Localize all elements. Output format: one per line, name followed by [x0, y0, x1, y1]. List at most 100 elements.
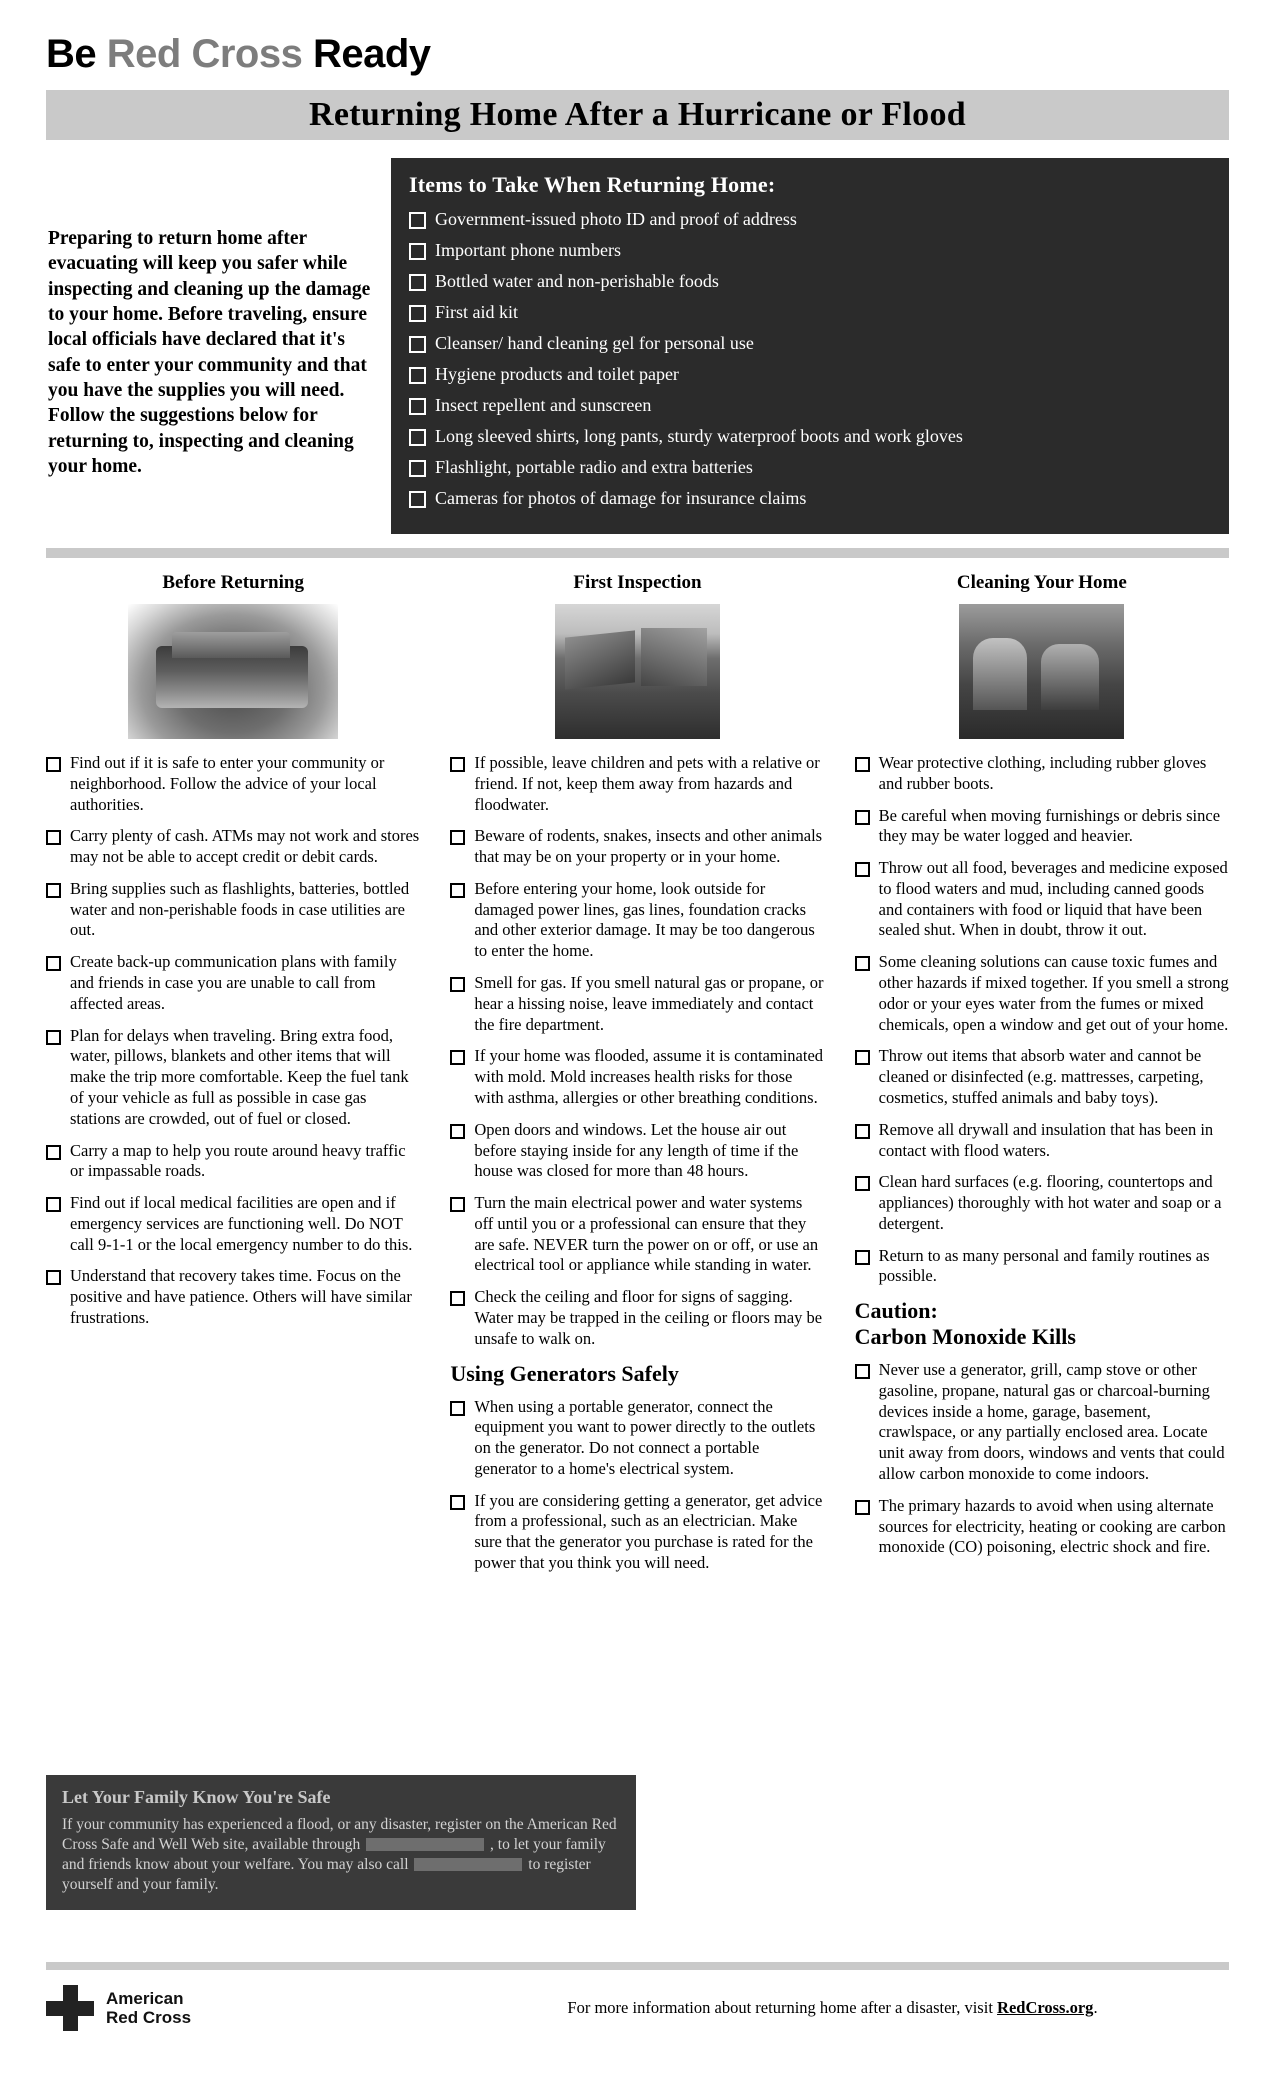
checkbox-icon[interactable] — [854, 956, 870, 972]
list-item: Turn the main electrical power and water… — [450, 1193, 824, 1276]
list-item-label: Beware of rodents, snakes, insects and o… — [474, 826, 823, 867]
list-item-label: Insect repellent and sunscreen — [435, 395, 652, 415]
footer-note: For more information about returning hom… — [376, 1998, 1229, 2018]
list-item-label: Plan for delays when traveling. Bring ex… — [70, 1025, 409, 1128]
checkbox-icon[interactable] — [854, 809, 870, 825]
checkbox-icon[interactable] — [854, 1123, 870, 1139]
checkbox-icon[interactable] — [854, 757, 870, 772]
list-item-label: First aid kit — [435, 302, 519, 322]
list-item: Beware of rodents, snakes, insects and o… — [450, 826, 824, 868]
safe-box-text: If your community has experienced a floo… — [62, 1815, 620, 1896]
list-item-label: Government-issued photo ID and proof of … — [435, 209, 797, 229]
checkbox-icon[interactable] — [450, 830, 466, 846]
list-item: Never use a generator, grill, camp stove… — [854, 1360, 1229, 1485]
safe-box-heading: Let Your Family Know You're Safe — [62, 1787, 331, 1807]
redcross-org-link[interactable]: RedCross.org — [997, 1998, 1093, 2017]
list-item-label: Cameras for photos of damage for insuran… — [435, 488, 807, 508]
list-item: Cleanser/ hand cleaning gel for personal… — [409, 332, 1211, 355]
checkbox-icon[interactable] — [409, 460, 426, 477]
checkbox-icon[interactable] — [854, 1176, 870, 1192]
brand-prefix: Be — [46, 32, 97, 76]
list-item-label: Before entering your home, look outside … — [474, 878, 815, 961]
list-item: Find out if it is safe to enter your com… — [46, 753, 420, 815]
fact-sheet-page: Be Red Cross Ready Returning Home After … — [0, 0, 1275, 2100]
checkbox-icon[interactable] — [450, 1123, 466, 1139]
checkbox-icon[interactable] — [409, 274, 426, 291]
checkbox-icon[interactable] — [450, 1050, 466, 1066]
logo-line-1: American — [106, 1988, 184, 2008]
checkbox-icon[interactable] — [46, 757, 61, 772]
list-item: Bottled water and non-perishable foods — [409, 270, 1211, 293]
list-item: Insect repellent and sunscreen — [409, 394, 1211, 417]
checkbox-icon[interactable] — [854, 1499, 870, 1515]
list-item-label: Wear protective clothing, including rubb… — [878, 753, 1207, 793]
checkbox-icon[interactable] — [46, 1144, 61, 1160]
checkbox-icon[interactable] — [450, 757, 466, 772]
redacted-phone — [414, 1858, 523, 1872]
cleaning-list: Wear protective clothing, including rubb… — [854, 753, 1229, 1287]
list-item: If you are considering getting a generat… — [450, 1491, 824, 1574]
checkbox-icon[interactable] — [409, 336, 426, 353]
list-item-label: Understand that recovery takes time. Foc… — [70, 1266, 412, 1327]
checkbox-icon[interactable] — [409, 243, 426, 260]
column-first-inspection: First Inspection If possible, leave chil… — [450, 572, 824, 1585]
list-item-label: Throw out all food, beverages and medici… — [878, 858, 1228, 940]
generators-heading: Using Generators Safely — [450, 1360, 679, 1386]
top-section: Preparing to return home after evacuatin… — [46, 158, 1229, 534]
list-item: Plan for delays when traveling. Bring ex… — [46, 1026, 420, 1130]
checkbox-icon[interactable] — [854, 1364, 870, 1380]
checkbox-icon[interactable] — [409, 491, 426, 508]
footer-divider — [46, 1962, 1229, 1970]
checkbox-icon[interactable] — [46, 1197, 61, 1213]
checkbox-icon[interactable] — [409, 305, 426, 322]
list-item-label: Open doors and windows. Let the house ai… — [474, 1119, 799, 1181]
list-item: Be careful when moving furnishings or de… — [854, 805, 1229, 848]
list-item-label: If you are considering getting a generat… — [474, 1490, 823, 1572]
list-item: When using a portable generator, connect… — [450, 1397, 824, 1480]
american-red-cross-logo: American Red Cross — [46, 1985, 376, 2031]
column-cleaning-your-home: Cleaning Your Home Wear protective cloth… — [854, 572, 1229, 1569]
columns-section: Before Returning Find out if it is safe … — [46, 572, 1229, 1585]
list-item: Important phone numbers — [409, 239, 1211, 262]
list-item: Wear protective clothing, including rubb… — [854, 753, 1229, 795]
column-before-returning: Before Returning Find out if it is safe … — [46, 572, 420, 1340]
checkbox-icon[interactable] — [450, 977, 466, 993]
list-item-label: Long sleeved shirts, long pants, sturdy … — [435, 426, 963, 446]
checkbox-icon[interactable] — [450, 882, 466, 898]
footer: American Red Cross For more information … — [46, 1985, 1229, 2031]
list-item-label: Create back-up communication plans with … — [70, 952, 397, 1013]
checkbox-icon[interactable] — [46, 830, 61, 846]
checkbox-icon[interactable] — [854, 862, 870, 878]
brand-suffix: Ready — [312, 32, 431, 76]
list-item: If your home was flooded, assume it is c… — [450, 1046, 824, 1108]
list-item-label: Some cleaning solutions can cause toxic … — [878, 952, 1229, 1034]
list-item: Hygiene products and toilet paper — [409, 363, 1211, 386]
list-item: Flashlight, portable radio and extra bat… — [409, 456, 1211, 479]
list-item-label: Find out if it is safe to enter your com… — [70, 753, 385, 814]
checkbox-icon[interactable] — [854, 1050, 870, 1066]
list-item: Cameras for photos of damage for insuran… — [409, 487, 1211, 510]
list-item-label: Check the ceiling and floor for signs of… — [474, 1287, 823, 1348]
checkbox-icon[interactable] — [409, 367, 426, 384]
checkbox-icon[interactable] — [450, 1400, 466, 1416]
checkbox-icon[interactable] — [46, 1029, 61, 1045]
checkbox-icon[interactable] — [409, 398, 426, 415]
checkbox-icon[interactable] — [450, 1291, 466, 1307]
cross-vertical-bar — [63, 1985, 78, 2031]
footer-note-end: . — [1093, 1998, 1098, 2017]
list-item: Remove all drywall and insulation that h… — [854, 1120, 1229, 1162]
column-heading: Cleaning Your Home — [956, 572, 1127, 593]
checkbox-icon[interactable] — [450, 1197, 466, 1213]
column-heading: First Inspection — [573, 572, 702, 593]
checkbox-icon[interactable] — [46, 1270, 61, 1286]
list-item-label: When using a portable generator, connect… — [474, 1396, 816, 1478]
checkbox-icon[interactable] — [46, 882, 61, 898]
list-item-label: Bottled water and non-perishable foods — [435, 271, 719, 291]
checkbox-icon[interactable] — [409, 429, 426, 446]
checkbox-icon[interactable] — [46, 956, 61, 972]
list-item-label: Be careful when moving furnishings or de… — [878, 805, 1221, 846]
first-inspection-list: If possible, leave children and pets wit… — [450, 753, 824, 1350]
checkbox-icon[interactable] — [409, 212, 426, 229]
checkbox-icon[interactable] — [854, 1249, 870, 1265]
checkbox-icon[interactable] — [450, 1494, 466, 1510]
